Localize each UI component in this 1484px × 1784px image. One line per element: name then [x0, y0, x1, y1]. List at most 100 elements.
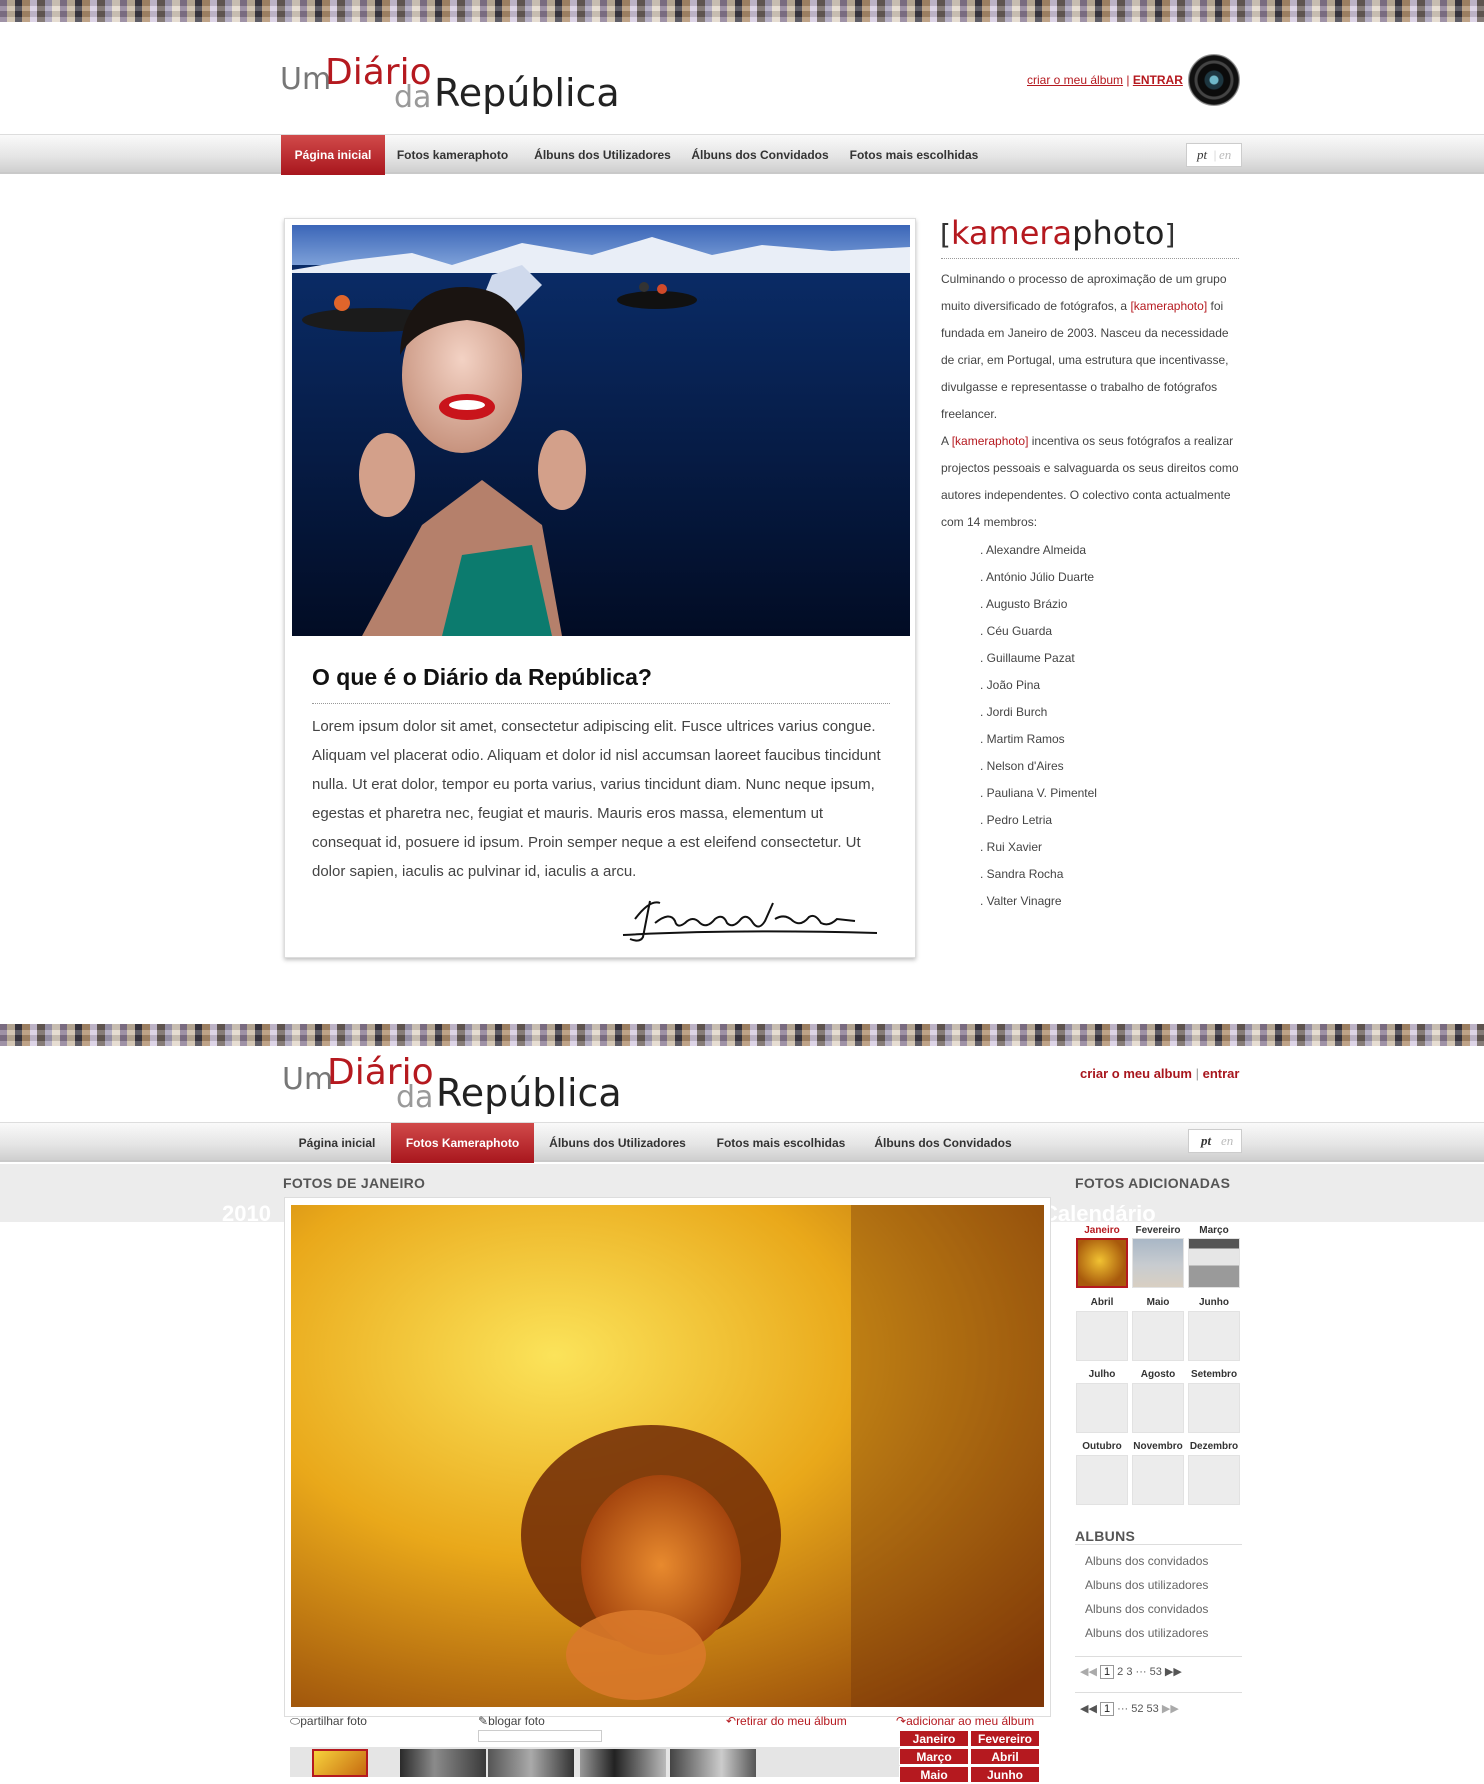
month-thumbnail-fevereiro[interactable] [1132, 1238, 1184, 1288]
album-link[interactable]: Albuns dos utilizadores [1085, 1578, 1208, 1592]
pager-ellipsis: ··· [1135, 1666, 1147, 1678]
header-links-2: criar o meu album | entrar [1080, 1066, 1239, 1081]
month-label[interactable]: Maio [1132, 1297, 1184, 1308]
month-thumbnail-janeiro[interactable] [1076, 1238, 1128, 1288]
member-item: . Rui Xavier [980, 840, 1043, 854]
nav-guest-albums[interactable]: Álbuns dos Convidados [688, 135, 832, 175]
last-page-icon[interactable]: ▶▶ [1162, 1703, 1179, 1715]
page2-mosaic-strip [0, 1024, 1484, 1046]
album-link[interactable]: Albuns dos convidados [1085, 1602, 1208, 1616]
header-mosaic-strip [0, 0, 1484, 22]
month-label[interactable]: Fevereiro [1132, 1225, 1184, 1236]
nav-home[interactable]: Página inicial [281, 135, 385, 175]
featured-photo [292, 225, 910, 636]
member-item: . Pedro Letria [980, 813, 1053, 827]
intro-body: Lorem ipsum dolor sit amet, consectetur … [312, 718, 881, 880]
signature-image [622, 900, 878, 942]
main-nav: Página inicial Fotos kameraphoto Álbuns … [0, 134, 1484, 175]
pager-current[interactable]: 1 [1099, 1702, 1115, 1716]
login-link[interactable]: ENTRAR [1133, 73, 1183, 87]
share-photo-link[interactable]: ⬭partilhar foto [290, 1714, 367, 1729]
remove-from-album-link[interactable]: ↶retirar do meu álbum [726, 1714, 847, 1728]
nav-kameraphoto[interactable]: Fotos kameraphoto [390, 135, 515, 175]
pager-ellipsis: ··· [1117, 1703, 1129, 1715]
month-button-fevereiro[interactable]: Fevereiro [970, 1730, 1040, 1747]
blog-url-field[interactable] [478, 1730, 602, 1742]
pager-current[interactable]: 1 [1099, 1665, 1115, 1679]
nav-top-photos[interactable]: Fotos mais escolhidas [846, 135, 982, 175]
ghost-calendar: Calendário [1042, 1201, 1156, 1226]
pager-page[interactable]: 52 [1131, 1703, 1143, 1715]
month-label[interactable]: Julho [1076, 1369, 1128, 1380]
member-item: . Nelson d'Aires [980, 759, 1064, 773]
month-label[interactable]: Dezembro [1188, 1441, 1240, 1452]
first-page-icon[interactable]: ◀◀ [1080, 1703, 1097, 1715]
logo-da: da [394, 80, 432, 115]
first-page-icon[interactable]: ◀◀ [1080, 1666, 1097, 1678]
albums-divider [1075, 1544, 1242, 1545]
album-link[interactable]: Albuns dos convidados [1085, 1554, 1208, 1568]
pager-page[interactable]: 2 [1117, 1666, 1123, 1678]
month-thumbnail-empty [1132, 1311, 1184, 1361]
month-thumbnail-empty [1076, 1383, 1128, 1433]
month-button-junho[interactable]: Junho [970, 1766, 1040, 1783]
month-button-abril[interactable]: Abril [970, 1748, 1040, 1765]
logo-republica: República [434, 71, 620, 115]
pager-page[interactable]: 53 [1150, 1666, 1162, 1678]
month-label[interactable]: Novembro [1132, 1441, 1184, 1452]
thumbnail[interactable] [488, 1749, 574, 1777]
thumbnail[interactable] [400, 1749, 486, 1777]
language-switch-2: pt en [1188, 1129, 1242, 1153]
language-switch: pt | en [1186, 143, 1242, 167]
thumbnail[interactable] [580, 1749, 666, 1777]
thumbnail-selected[interactable] [312, 1749, 368, 1777]
month-label[interactable]: Janeiro [1076, 1225, 1128, 1236]
lang-en-2[interactable]: en [1221, 1130, 1233, 1152]
album-link[interactable]: Albuns dos utilizadores [1085, 1626, 1208, 1640]
blog-photo-link[interactable]: ✎blogar foto [478, 1714, 545, 1728]
login-link-2[interactable]: entrar [1203, 1066, 1240, 1081]
month-label[interactable]: Abril [1076, 1297, 1128, 1308]
month-thumbnail-empty [1188, 1383, 1240, 1433]
month-thumbnail-empty [1132, 1455, 1184, 1505]
desc-part-2: foi fundada em Janeiro de 2003. Nasceu d… [941, 299, 1229, 421]
site-logo[interactable]: Um Diário da República [280, 50, 630, 120]
nav-user-albums[interactable]: Álbuns dos Utilizadores [530, 135, 675, 175]
sidebar-divider [941, 258, 1239, 259]
month-label[interactable]: Setembro [1188, 1369, 1240, 1380]
pager-page[interactable]: 3 [1126, 1666, 1132, 1678]
pager-page[interactable]: 53 [1147, 1703, 1159, 1715]
desc-part-4: incentiva os seus fotógrafos a realizar … [941, 434, 1239, 529]
month-thumbnail-empty [1076, 1455, 1128, 1505]
month-label[interactable]: Outubro [1076, 1441, 1128, 1452]
nav2-home[interactable]: Página inicial [287, 1123, 387, 1163]
month-label[interactable]: Junho [1188, 1297, 1240, 1308]
month-label[interactable]: Março [1188, 1225, 1240, 1236]
lang-pt-2[interactable]: pt [1201, 1130, 1211, 1152]
nav2-guest-albums[interactable]: Álbuns dos Convidados [866, 1123, 1020, 1163]
lang-en[interactable]: en [1219, 144, 1231, 166]
add-to-album-link[interactable]: ↷adicionar ao meu álbum [896, 1714, 1034, 1728]
site-logo-2[interactable]: Um Diário da República [282, 1050, 632, 1120]
logo-republica: República [436, 1071, 622, 1115]
month-button-maio[interactable]: Maio [899, 1766, 969, 1783]
month-label[interactable]: Agosto [1132, 1369, 1184, 1380]
title-kamera: kamera [950, 214, 1073, 252]
thumbnail[interactable] [670, 1749, 756, 1777]
nav2-user-albums[interactable]: Álbuns dos Utilizadores [540, 1123, 695, 1163]
added-photos-title: FOTOS ADICIONADAS [1075, 1175, 1231, 1191]
month-thumbnail-marco[interactable] [1188, 1238, 1240, 1288]
nav2-kameraphoto[interactable]: Fotos Kameraphoto [391, 1123, 534, 1163]
create-album-link-2[interactable]: criar o meu album [1080, 1066, 1192, 1081]
nav2-top-photos[interactable]: Fotos mais escolhidas [705, 1123, 857, 1163]
member-item: . Sandra Rocha [980, 867, 1064, 881]
thumbnail-strip [290, 1747, 900, 1777]
main-photo[interactable] [291, 1205, 1044, 1707]
create-album-link[interactable]: criar o meu álbum [1027, 73, 1123, 87]
month-button-marco[interactable]: Março [899, 1748, 969, 1765]
month-button-janeiro[interactable]: Janeiro [899, 1730, 969, 1747]
lang-pt[interactable]: pt [1197, 144, 1207, 166]
member-item: . Guillaume Pazat [980, 651, 1075, 665]
last-page-icon[interactable]: ▶▶ [1165, 1666, 1182, 1678]
pencil-icon: ✎ [478, 1714, 489, 1728]
